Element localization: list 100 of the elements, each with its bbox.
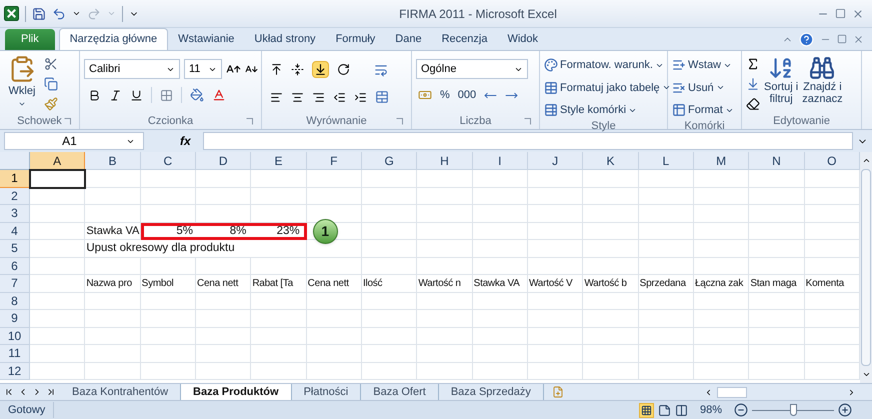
table-cell[interactable] — [140, 310, 196, 328]
find-select-button[interactable]: Znajdź i zaznacz — [802, 55, 843, 105]
table-cell[interactable] — [638, 345, 694, 362]
redo-icon[interactable] — [87, 6, 101, 20]
ribbon-tab[interactable]: Układ strony — [244, 28, 326, 50]
column-header[interactable]: F — [306, 152, 362, 170]
table-cell[interactable] — [196, 345, 252, 362]
table-cell[interactable] — [251, 170, 307, 188]
restore-icon[interactable] — [837, 34, 847, 44]
table-cell[interactable] — [694, 240, 750, 258]
table-cell[interactable] — [583, 258, 639, 275]
table-cell[interactable] — [472, 292, 528, 310]
table-cell[interactable] — [251, 362, 307, 380]
table-cell[interactable] — [85, 328, 141, 345]
table-cell[interactable] — [749, 222, 805, 240]
table-cell[interactable] — [140, 292, 196, 310]
table-cell[interactable] — [30, 345, 86, 362]
table-cell[interactable] — [638, 292, 694, 310]
wrap-text-icon[interactable] — [374, 62, 388, 76]
table-cell[interactable] — [140, 170, 196, 188]
table-cell[interactable] — [583, 310, 639, 328]
decrease-indent-icon[interactable] — [333, 90, 346, 104]
table-cell[interactable] — [472, 328, 528, 345]
table-cell[interactable]: Stawka VA — [472, 275, 528, 292]
align-bottom-icon[interactable] — [312, 61, 329, 78]
table-cell[interactable] — [417, 240, 473, 258]
page-break-icon[interactable] — [674, 404, 688, 416]
column-header[interactable]: K — [583, 152, 639, 170]
table-cell[interactable] — [362, 188, 418, 205]
table-cell[interactable] — [472, 170, 528, 188]
column-header[interactable]: I — [472, 152, 528, 170]
table-cell[interactable] — [472, 222, 528, 240]
table-cell[interactable]: 8% — [196, 226, 250, 237]
table-cell[interactable] — [306, 188, 362, 205]
table-cell[interactable] — [85, 310, 141, 328]
table-cell[interactable] — [140, 258, 196, 275]
table-cell[interactable] — [528, 345, 584, 362]
table-cell[interactable] — [694, 258, 750, 275]
zoom-slider[interactable] — [752, 404, 834, 416]
page-layout-icon[interactable] — [658, 404, 671, 416]
table-cell[interactable] — [749, 362, 805, 380]
table-cell[interactable] — [694, 205, 750, 222]
table-cell[interactable] — [583, 222, 639, 240]
select-all-corner[interactable] — [0, 152, 30, 170]
maximize-icon[interactable] — [835, 8, 846, 19]
thousands-button[interactable]: 000 — [458, 87, 476, 104]
table-cell[interactable] — [417, 222, 473, 240]
table-cell[interactable] — [528, 170, 584, 188]
table-cell[interactable] — [638, 240, 694, 258]
ribbon-tab[interactable]: Dane — [385, 28, 432, 50]
table-cell[interactable] — [638, 310, 694, 328]
table-cell[interactable] — [583, 240, 639, 258]
row-header[interactable]: 10 — [0, 328, 30, 345]
table-cell[interactable]: Upust okresowy dla produktu — [85, 240, 307, 258]
save-icon[interactable] — [32, 6, 46, 20]
table-cell[interactable] — [196, 310, 252, 328]
table-cell[interactable] — [417, 345, 473, 362]
table-cell[interactable] — [417, 362, 473, 380]
table-cell[interactable] — [251, 345, 307, 362]
table-cell[interactable]: Wartość b — [583, 275, 639, 292]
row-header[interactable]: 2 — [0, 188, 30, 205]
table-cell[interactable] — [30, 222, 86, 240]
cells-button[interactable]: Wstaw — [672, 57, 734, 74]
table-cell[interactable] — [306, 345, 362, 362]
percent-button[interactable]: % — [440, 87, 450, 104]
table-cell[interactable]: Wartość n — [417, 275, 473, 292]
table-cell[interactable] — [417, 328, 473, 345]
table-cell[interactable] — [749, 205, 805, 222]
table-cell[interactable] — [251, 328, 307, 345]
column-header[interactable]: L — [638, 152, 694, 170]
table-cell[interactable] — [417, 310, 473, 328]
format-painter-icon[interactable] — [44, 97, 58, 111]
table-cell[interactable] — [362, 222, 418, 240]
merge-cells-icon[interactable] — [375, 90, 389, 104]
scroll-down-icon[interactable] — [862, 370, 870, 379]
column-header[interactable]: A — [30, 152, 86, 170]
fill-icon[interactable] — [746, 77, 760, 91]
table-cell[interactable] — [362, 205, 418, 222]
table-cell[interactable] — [472, 258, 528, 275]
table-cell[interactable] — [30, 205, 86, 222]
table-cell[interactable] — [694, 310, 750, 328]
scroll-right-icon[interactable] — [847, 388, 856, 396]
table-cell[interactable] — [638, 258, 694, 275]
row-header[interactable]: 6 — [0, 258, 30, 275]
table-cell[interactable] — [528, 205, 584, 222]
table-cell[interactable] — [528, 310, 584, 328]
number-format-field[interactable]: Ogólne — [416, 59, 528, 79]
table-cell[interactable] — [196, 188, 252, 205]
row-header[interactable]: 4 — [0, 222, 30, 240]
table-cell[interactable] — [30, 240, 86, 258]
row-header[interactable]: 1 — [0, 170, 30, 188]
ribbon-tab[interactable]: Recenzja — [432, 28, 498, 50]
table-cell[interactable] — [749, 258, 805, 275]
table-cell[interactable] — [417, 170, 473, 188]
table-cell[interactable] — [472, 240, 528, 258]
scroll-up-icon[interactable] — [862, 156, 870, 165]
table-cell[interactable] — [140, 205, 196, 222]
table-cell[interactable] — [528, 362, 584, 380]
ribbon-tab[interactable]: Narzędzia główne — [58, 28, 168, 50]
zoom-in-icon[interactable] — [838, 403, 852, 417]
